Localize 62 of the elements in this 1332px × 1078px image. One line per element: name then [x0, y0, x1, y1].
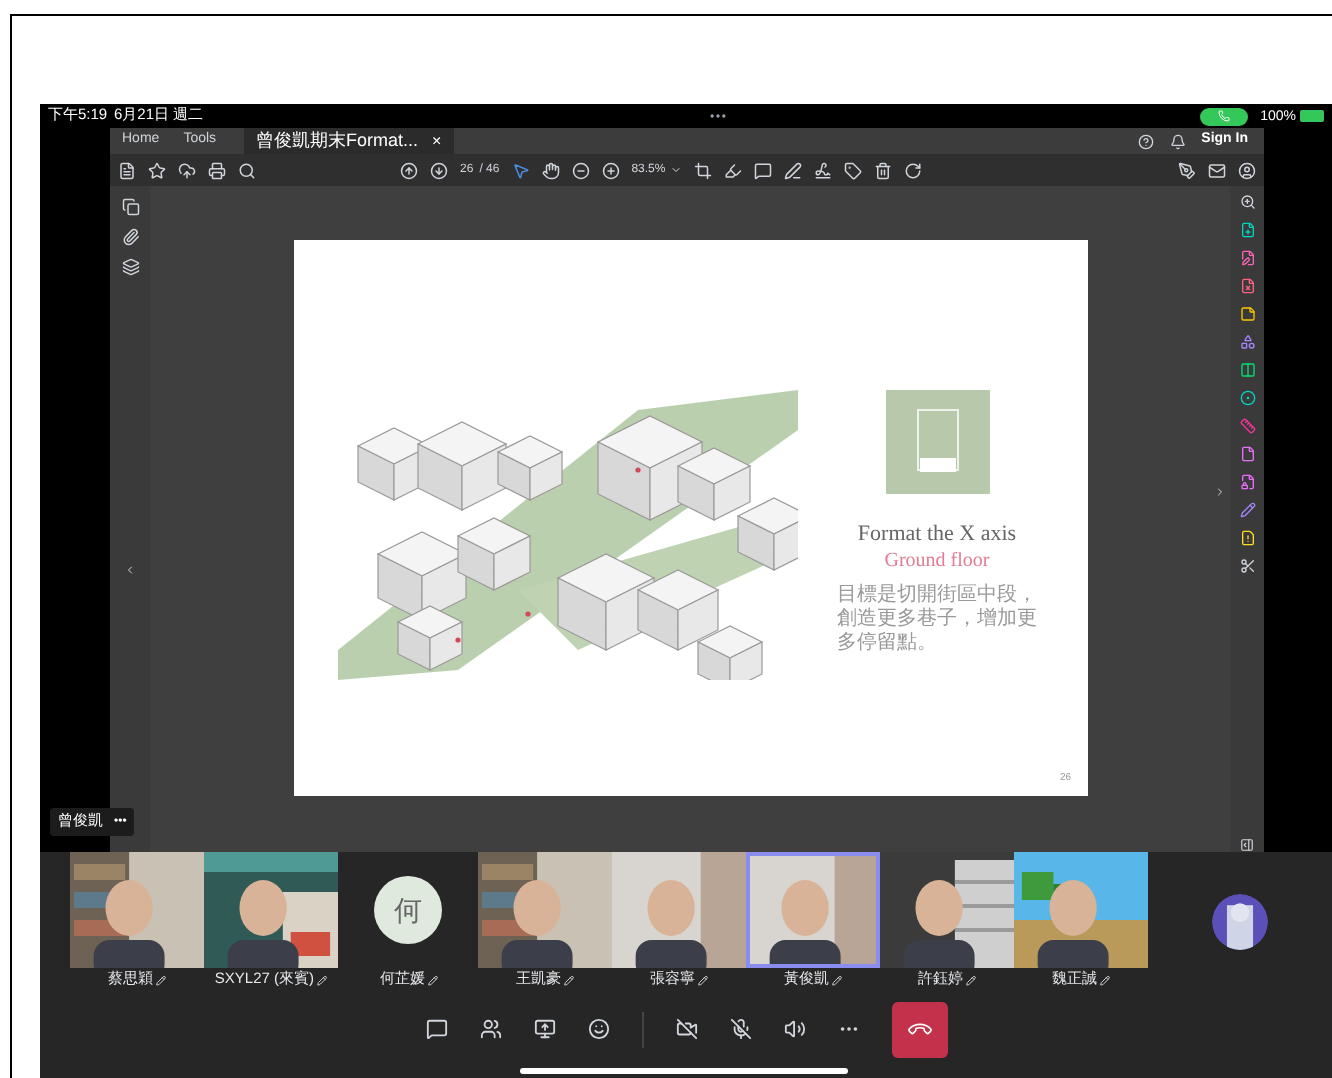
comment-icon[interactable] — [753, 161, 772, 179]
expand-icon[interactable] — [1214, 486, 1226, 498]
file-x-icon[interactable] — [1239, 278, 1255, 294]
chat-icon[interactable] — [425, 1018, 447, 1040]
zoom-in-icon[interactable] — [601, 161, 620, 179]
floor-plan-icon — [885, 390, 989, 494]
pen-tool-icon[interactable] — [1178, 161, 1196, 179]
hand-icon[interactable] — [541, 161, 560, 179]
battery-icon — [1300, 110, 1324, 122]
circle-icon[interactable] — [1239, 390, 1255, 406]
bell-icon[interactable] — [1169, 133, 1186, 149]
pointer-icon[interactable] — [511, 161, 530, 179]
help-icon[interactable] — [1137, 133, 1154, 149]
next-page-icon[interactable] — [430, 161, 448, 179]
highlighter-icon[interactable] — [723, 161, 742, 179]
tag-icon[interactable] — [843, 161, 862, 179]
pages-icon[interactable] — [121, 198, 139, 216]
pen-icon[interactable] — [783, 161, 802, 179]
crop-icon[interactable] — [693, 161, 712, 179]
slide-body-text: 目標是切開街區中段，創造更多巷子，增加更多停留點。 — [837, 583, 1037, 655]
save-icon[interactable] — [118, 161, 136, 179]
speaker-icon[interactable] — [783, 1018, 805, 1040]
slide-title: Format the X axis — [857, 520, 1017, 550]
upload-icon[interactable] — [178, 161, 196, 179]
chevron-down-icon — [669, 164, 682, 176]
zoom-out-icon[interactable] — [571, 161, 590, 179]
phone-icon — [1218, 110, 1231, 122]
user-icon[interactable] — [1238, 161, 1256, 179]
paperclip-icon[interactable] — [121, 228, 139, 246]
pencil-icon[interactable] — [1239, 502, 1255, 518]
print-icon[interactable] — [208, 161, 226, 179]
file-warning-icon[interactable] — [1239, 530, 1255, 546]
layers-icon[interactable] — [121, 258, 139, 276]
rotate-icon[interactable] — [903, 161, 922, 179]
file-lock-icon[interactable] — [1239, 474, 1255, 490]
trash-icon[interactable] — [873, 161, 892, 179]
call-pill[interactable] — [1200, 107, 1249, 125]
participant-avatar: 何 — [374, 876, 442, 944]
search-icon[interactable] — [238, 161, 256, 179]
file-plus-icon[interactable] — [1239, 222, 1255, 238]
file-icon[interactable] — [1239, 446, 1255, 462]
star-icon[interactable] — [148, 161, 166, 179]
participants-icon[interactable] — [479, 1018, 501, 1040]
mail-icon[interactable] — [1208, 161, 1226, 179]
ruler-icon[interactable] — [1239, 418, 1255, 434]
share-screen-icon[interactable] — [533, 1018, 555, 1040]
columns-icon[interactable] — [1239, 362, 1255, 378]
camera-off-icon[interactable] — [675, 1018, 697, 1040]
scissors-icon[interactable] — [1239, 558, 1255, 574]
document-tab[interactable]: 曾俊凱期末Format... × — [244, 128, 454, 154]
hang-up-button[interactable] — [891, 1001, 947, 1057]
mic-off-icon[interactable] — [729, 1018, 751, 1040]
collapse-icon[interactable] — [124, 564, 136, 576]
signature-icon[interactable] — [813, 161, 832, 179]
note-icon[interactable] — [1239, 306, 1255, 322]
file-edit-icon[interactable] — [1239, 250, 1255, 266]
panel-icon[interactable] — [1240, 838, 1254, 852]
reactions-icon[interactable] — [587, 1018, 609, 1040]
previous-page-icon[interactable] — [400, 161, 418, 179]
slide-subtitle: Ground floor — [884, 551, 990, 571]
shapes-icon[interactable] — [1239, 334, 1255, 350]
zoom-icon[interactable] — [1239, 194, 1255, 210]
